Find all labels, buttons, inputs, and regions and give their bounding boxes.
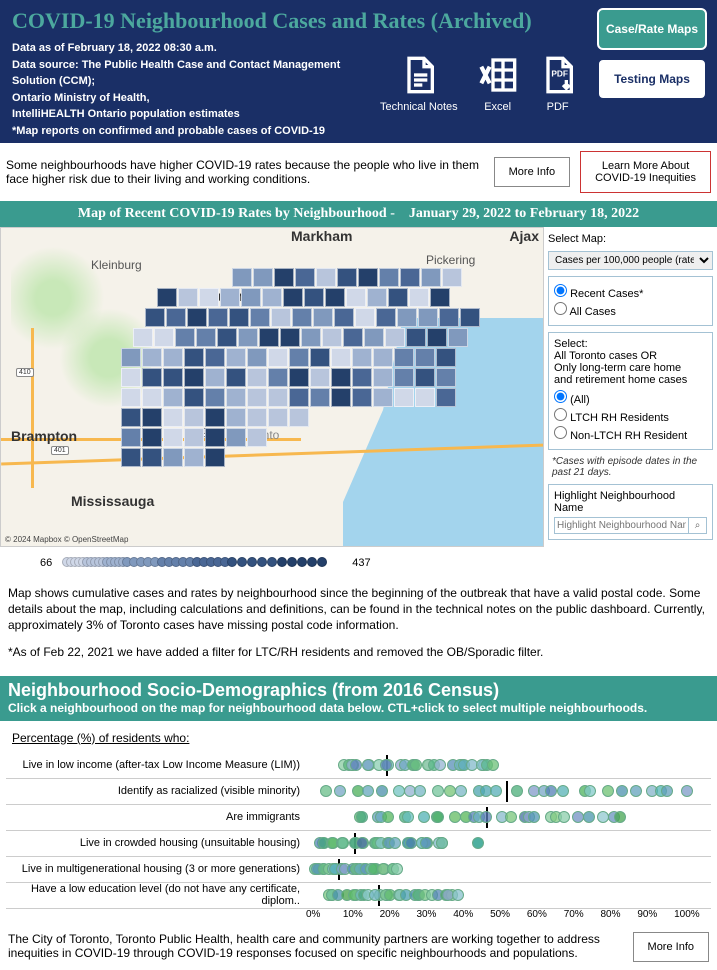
road-label-401a: 401 <box>51 446 69 455</box>
more-info-button[interactable]: More Info <box>494 157 570 187</box>
excel-link[interactable]: Excel <box>478 55 518 113</box>
cases-note: *Cases with episode dates in the past 21… <box>548 456 713 478</box>
socio-row: Live in multigenerational housing (3 or … <box>6 857 711 883</box>
label-brampton: Brampton <box>11 428 77 444</box>
road-label-410: 410 <box>16 368 34 377</box>
info-text: Some neighbourhoods have higher COVID-19… <box>6 158 484 186</box>
socio-row: Have a low education level (do not have … <box>6 883 711 909</box>
legend-min: 66 <box>40 557 52 569</box>
map-credit: © 2024 Mapbox © OpenStreetMap <box>5 535 128 544</box>
technical-notes-link[interactable]: Technical Notes <box>380 55 458 113</box>
socio-row: Identify as racialized (visible minority… <box>6 779 711 805</box>
header: COVID-19 Neighbourhood Cases and Rates (… <box>0 0 717 143</box>
label-ajax: Ajax <box>509 228 539 244</box>
socio-row-label: Are immigrants <box>6 811 306 823</box>
highlight-input[interactable] <box>554 517 689 534</box>
data-asof: Data as of February 18, 2022 08:30 a.m. <box>12 40 372 57</box>
tab-testing-maps[interactable]: Testing Maps <box>597 58 707 100</box>
tab-case-rate-maps[interactable]: Case/Rate Maps <box>597 8 707 50</box>
excel-icon <box>478 55 518 95</box>
socio-row-dots[interactable] <box>306 883 711 908</box>
svg-text:PDF: PDF <box>551 69 568 79</box>
highlight-box: Highlight Neighbourhood Name ⌕ <box>548 484 713 540</box>
radio-recent-cases[interactable]: Recent Cases* <box>554 284 707 300</box>
document-icon <box>399 55 439 95</box>
label-mississauga: Mississauga <box>71 493 154 509</box>
radio-all-cases[interactable]: All Cases <box>554 302 707 318</box>
map-controls: Select Map: Cases per 100,000 people (ra… <box>544 227 717 547</box>
radio-filter-nonltch[interactable]: Non-LTCH RH Resident <box>554 426 707 442</box>
data-source-2: Ontario Ministry of Health, <box>12 90 372 107</box>
socio-row-label: Live in crowded housing (unsuitable hous… <box>6 837 306 849</box>
socio-row: Are immigrants <box>6 805 711 831</box>
select-map-label: Select Map: <box>548 233 713 245</box>
select-map-dropdown[interactable]: Cases per 100,000 people (rate) <box>548 251 713 270</box>
search-icon[interactable]: ⌕ <box>689 517 707 534</box>
map-banner: Map of Recent COVID-19 Rates by Neighbou… <box>0 201 717 227</box>
socio-chart: Percentage (%) of residents who: Live in… <box>0 721 717 924</box>
footer-text: The City of Toronto, Toronto Public Heal… <box>8 932 623 960</box>
socio-row-dots[interactable] <box>306 831 711 856</box>
socio-title: Neighbourhood Socio-Demographics (from 2… <box>8 680 709 701</box>
socio-subtitle: Click a neighbourhood on the map for nei… <box>8 701 709 715</box>
download-row: Technical Notes Excel PDF PDF <box>380 55 578 113</box>
socio-row: Live in low income (after-tax Low Income… <box>6 753 711 779</box>
label-pickering: Pickering <box>426 253 475 267</box>
learn-more-inequities-button[interactable]: Learn More About COVID-19 Inequities <box>580 151 711 193</box>
socio-axis: 0%10%20%30%40%50%60%70%80%90%100% <box>306 909 711 920</box>
socio-chart-title: Percentage (%) of residents who: <box>6 731 711 745</box>
legend-scale <box>62 555 342 571</box>
legend-max: 437 <box>352 557 370 569</box>
footer: The City of Toronto, Toronto Public Heal… <box>0 924 717 970</box>
socio-row-dots[interactable] <box>306 779 711 804</box>
socio-row-label: Have a low education level (do not have … <box>6 883 306 907</box>
map-row: 410 401 401 Kleinburg Vaughan Brampton M… <box>0 227 717 547</box>
pdf-icon: PDF <box>538 55 578 95</box>
map-legend: 66 437 <box>0 547 717 579</box>
socio-row-label: Identify as racialized (visible minority… <box>6 785 306 797</box>
socio-row-label: Live in multigenerational housing (3 or … <box>6 863 306 875</box>
data-source-1: Data source: The Public Health Case and … <box>12 57 372 90</box>
socio-row-dots[interactable] <box>306 753 711 778</box>
map-note: *Map reports on confirmed and probable c… <box>12 123 372 140</box>
socio-row: Live in crowded housing (unsuitable hous… <box>6 831 711 857</box>
socio-header: Neighbourhood Socio-Demographics (from 2… <box>0 676 717 721</box>
pdf-link[interactable]: PDF PDF <box>538 55 578 113</box>
ltch-filter: Select: All Toronto cases OR Only long-t… <box>548 332 713 450</box>
radio-filter-all[interactable]: (All) <box>554 390 707 406</box>
label-markham: Markham <box>291 228 352 244</box>
footer-more-info-button[interactable]: More Info <box>633 932 709 962</box>
socio-row-dots[interactable] <box>306 805 711 830</box>
socio-row-label: Live in low income (after-tax Low Income… <box>6 759 306 771</box>
map-description: Map shows cumulative cases and rates by … <box>0 579 717 676</box>
info-bar: Some neighbourhoods have higher COVID-19… <box>0 143 717 201</box>
map-tabs: Case/Rate Maps Testing Maps <box>597 8 707 100</box>
map-canvas[interactable]: 410 401 401 Kleinburg Vaughan Brampton M… <box>0 227 544 547</box>
radio-filter-ltch[interactable]: LTCH RH Residents <box>554 408 707 424</box>
header-meta: Data as of February 18, 2022 08:30 a.m. … <box>12 40 372 139</box>
period-filter: Recent Cases* All Cases <box>548 276 713 326</box>
data-source-3: IntelliHEALTH Ontario population estimat… <box>12 106 372 123</box>
socio-row-dots[interactable] <box>306 857 711 882</box>
